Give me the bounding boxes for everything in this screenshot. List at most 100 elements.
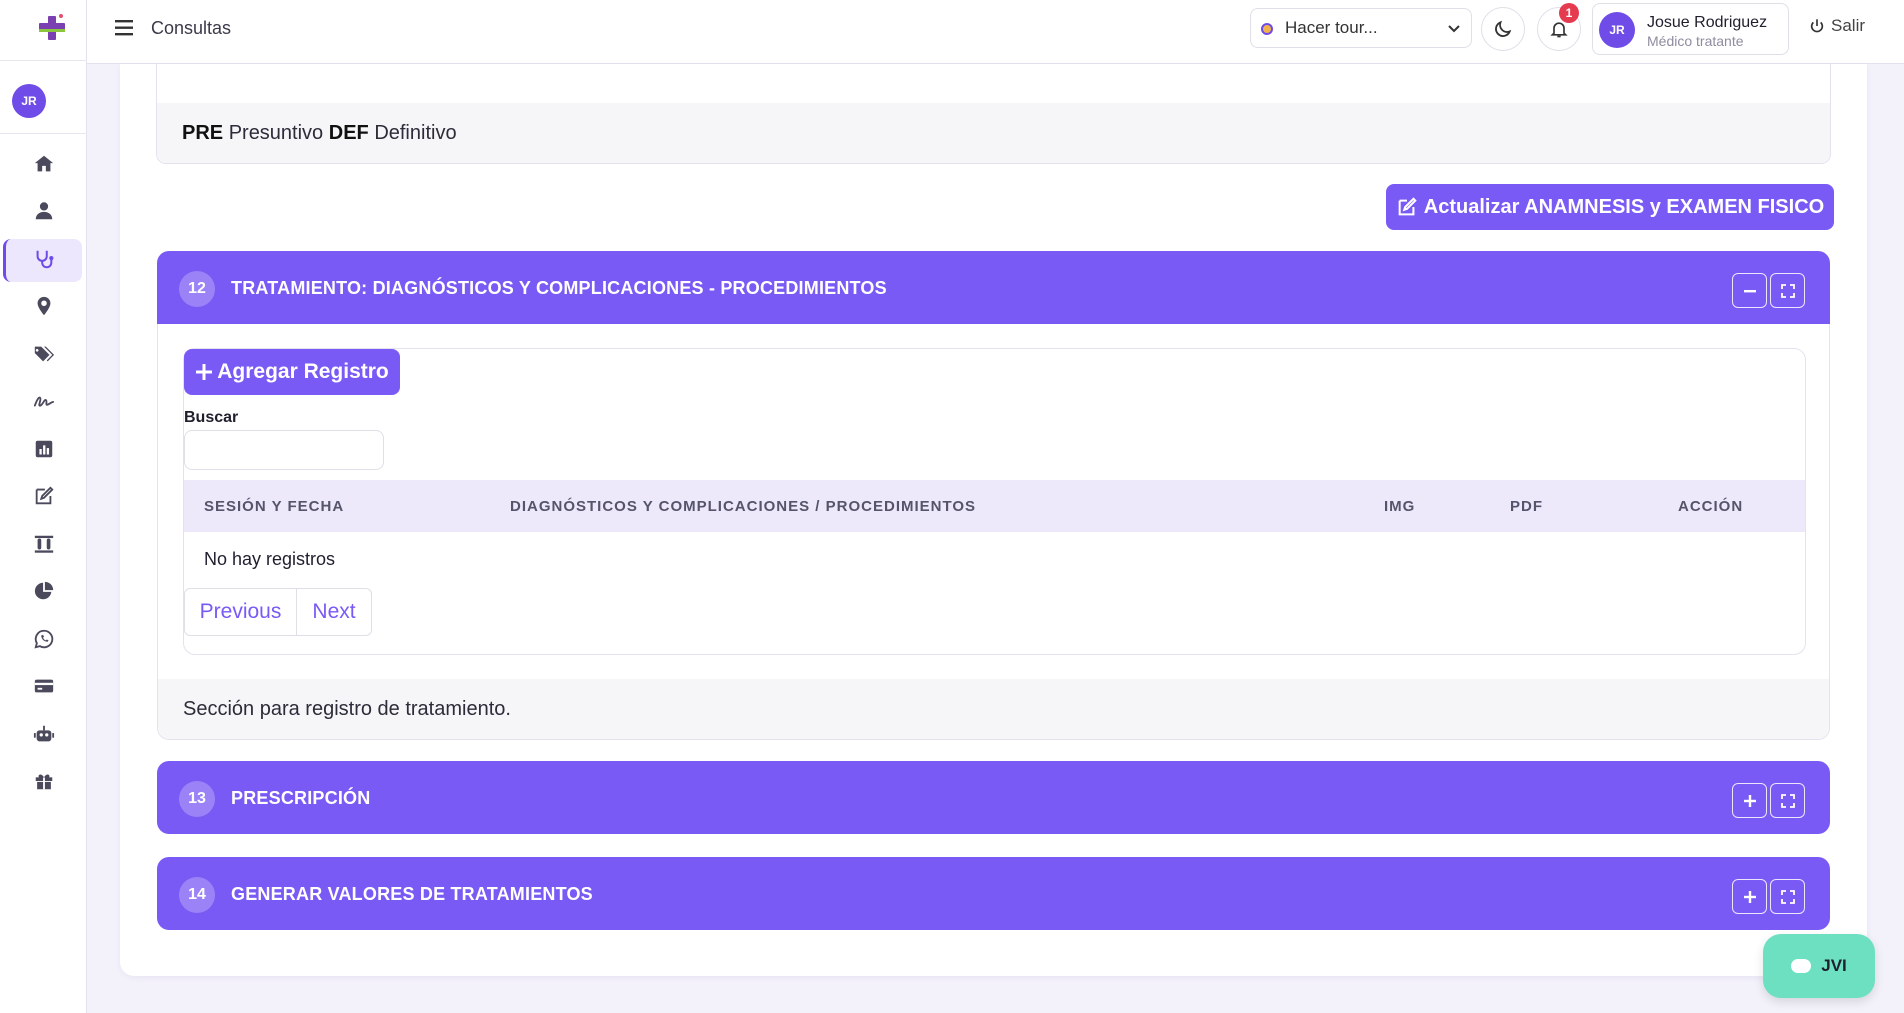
edit-icon	[1398, 197, 1417, 216]
def-text: Definitivo	[374, 121, 457, 144]
maximize-button[interactable]	[1770, 273, 1805, 308]
expand-section-button[interactable]	[1732, 783, 1767, 818]
add-record-label: Agregar Registro	[217, 360, 389, 383]
minus-icon	[1743, 289, 1756, 292]
tour-select[interactable]: Hacer tour...	[1250, 8, 1472, 48]
whatsapp-icon	[33, 629, 53, 649]
sidebar-item-tags[interactable]	[0, 330, 87, 378]
table-header: SESIÓN Y FECHA DIAGNÓSTICOS Y COMPLICACI…	[184, 480, 1805, 532]
sidebar-divider	[0, 133, 87, 134]
pre-abbr: PRE	[182, 121, 224, 144]
plus-icon	[1743, 890, 1756, 903]
expand-icon	[1780, 889, 1795, 904]
page-title: Consultas	[151, 18, 232, 38]
search-label: Buscar	[184, 409, 239, 426]
user-role: Médico tratante	[1647, 33, 1744, 49]
expand-section-button[interactable]	[1732, 879, 1767, 914]
section-treatment-body: Agregar Registro Buscar SESIÓN Y FECHA D…	[157, 324, 1830, 740]
maximize-button[interactable]	[1770, 879, 1805, 914]
logout-label: Salir	[1831, 16, 1866, 35]
pre-text: Presuntivo	[228, 121, 324, 144]
column-header-diagnosis[interactable]: DIAGNÓSTICOS Y COMPLICACIONES / PROCEDIM…	[510, 498, 976, 515]
tour-select-value: Hacer tour...	[1285, 18, 1378, 37]
pie-chart-icon	[34, 582, 53, 600]
section-title: TRATAMIENTO: DIAGNÓSTICOS Y COMPLICACION…	[231, 278, 887, 298]
section-values-header[interactable]: 14 GENERAR VALORES DE TRATAMIENTOS	[157, 857, 1830, 930]
section-treatment-header[interactable]: 12 TRATAMIENTO: DIAGNÓSTICOS Y COMPLICAC…	[157, 251, 1830, 324]
empty-table-message: No hay registros	[204, 549, 336, 569]
section-title: PRESCRIPCIÓN	[231, 788, 371, 808]
robot-icon	[33, 725, 54, 742]
stethoscope-icon	[36, 250, 53, 268]
expand-icon	[1780, 793, 1795, 808]
sidebar-item-payments[interactable]	[0, 663, 87, 711]
sidebar-item-patients[interactable]	[0, 188, 87, 236]
treatment-table-card: Agregar Registro Buscar SESIÓN Y FECHA D…	[183, 348, 1806, 655]
top-navbar: Consultas Hacer tour... 1 JR Josue Rodri…	[87, 0, 1904, 64]
app-logo[interactable]	[36, 10, 68, 46]
sidebar-item-whatsapp[interactable]	[0, 615, 87, 663]
sidebar: JR	[0, 0, 87, 1013]
maximize-button[interactable]	[1770, 783, 1805, 818]
theme-toggle-button[interactable]	[1481, 7, 1525, 51]
previous-section-footer: PRE Presuntivo DEF Definitivo	[157, 103, 1830, 163]
column-header-pdf[interactable]: PDF	[1510, 498, 1543, 515]
user-name: Josue Rodriguez	[1647, 14, 1768, 31]
sidebar-divider	[0, 60, 87, 61]
def-abbr: DEF	[328, 121, 369, 144]
credit-card-icon	[34, 679, 53, 693]
moon-icon	[1495, 20, 1512, 37]
home-icon	[34, 155, 53, 172]
section-treatment-footer: Sección para registro de tratamiento.	[158, 679, 1829, 739]
previous-section: PRE Presuntivo DEF Definitivo	[156, 64, 1831, 164]
plus-icon	[1743, 794, 1756, 807]
pagination-previous[interactable]: Previous	[184, 588, 297, 636]
sidebar-item-home[interactable]	[0, 140, 87, 188]
user-avatar: JR	[1599, 12, 1635, 48]
sidebar-item-consultations[interactable]	[0, 235, 87, 283]
logout-button[interactable]: Salir	[1809, 16, 1865, 36]
column-header-img[interactable]: IMG	[1384, 498, 1415, 515]
search-input[interactable]	[184, 430, 384, 470]
expand-icon	[1780, 283, 1795, 298]
sidebar-nav	[0, 140, 87, 805]
lab-tubes-icon	[34, 535, 53, 553]
section-number: 14	[179, 877, 215, 913]
section-number: 13	[179, 781, 215, 817]
sidebar-item-reports[interactable]	[0, 425, 87, 473]
notification-badge: 1	[1559, 3, 1579, 23]
chat-assistant-label: JVI	[1821, 956, 1847, 975]
user-menu[interactable]: JR Josue Rodriguez Médico tratante	[1592, 3, 1789, 55]
edit-icon	[35, 486, 54, 505]
chevron-down-icon	[1448, 25, 1460, 33]
user-icon	[35, 202, 52, 220]
sidebar-item-statistics[interactable]	[0, 568, 87, 616]
chat-assistant-button[interactable]: JVI	[1763, 934, 1875, 998]
sidebar-avatar[interactable]: JR	[12, 84, 46, 118]
sidebar-item-assistant[interactable]	[0, 710, 87, 758]
menu-toggle-icon[interactable]	[115, 18, 137, 38]
sidebar-item-lab[interactable]	[0, 520, 87, 568]
sidebar-item-gifts[interactable]	[0, 758, 87, 806]
sidebar-item-edit[interactable]	[0, 473, 87, 521]
update-anamnesis-button[interactable]: Actualizar ANAMNESIS y EXAMEN FISICO	[1386, 184, 1834, 230]
collapse-button[interactable]	[1732, 273, 1767, 308]
pagination: Previous Next	[184, 588, 372, 636]
tags-icon	[34, 346, 54, 362]
tour-icon	[1261, 23, 1273, 35]
map-pin-icon	[37, 297, 50, 316]
sidebar-item-locations[interactable]	[0, 283, 87, 331]
column-header-session[interactable]: SESIÓN Y FECHA	[204, 498, 344, 515]
update-anamnesis-label: Actualizar ANAMNESIS y EXAMEN FISICO	[1423, 195, 1825, 218]
column-header-action[interactable]: ACCIÓN	[1678, 498, 1743, 515]
power-icon	[1810, 19, 1824, 33]
signature-icon	[33, 396, 54, 407]
section-number: 12	[179, 271, 215, 307]
add-record-button[interactable]: Agregar Registro	[184, 349, 400, 395]
section-prescription-header[interactable]: 13 PRESCRIPCIÓN	[157, 761, 1830, 834]
section-title: GENERAR VALORES DE TRATAMIENTOS	[231, 884, 593, 904]
bar-chart-icon	[35, 440, 52, 457]
pagination-next[interactable]: Next	[297, 588, 372, 636]
gift-icon	[35, 774, 52, 790]
sidebar-item-signature[interactable]	[0, 378, 87, 426]
